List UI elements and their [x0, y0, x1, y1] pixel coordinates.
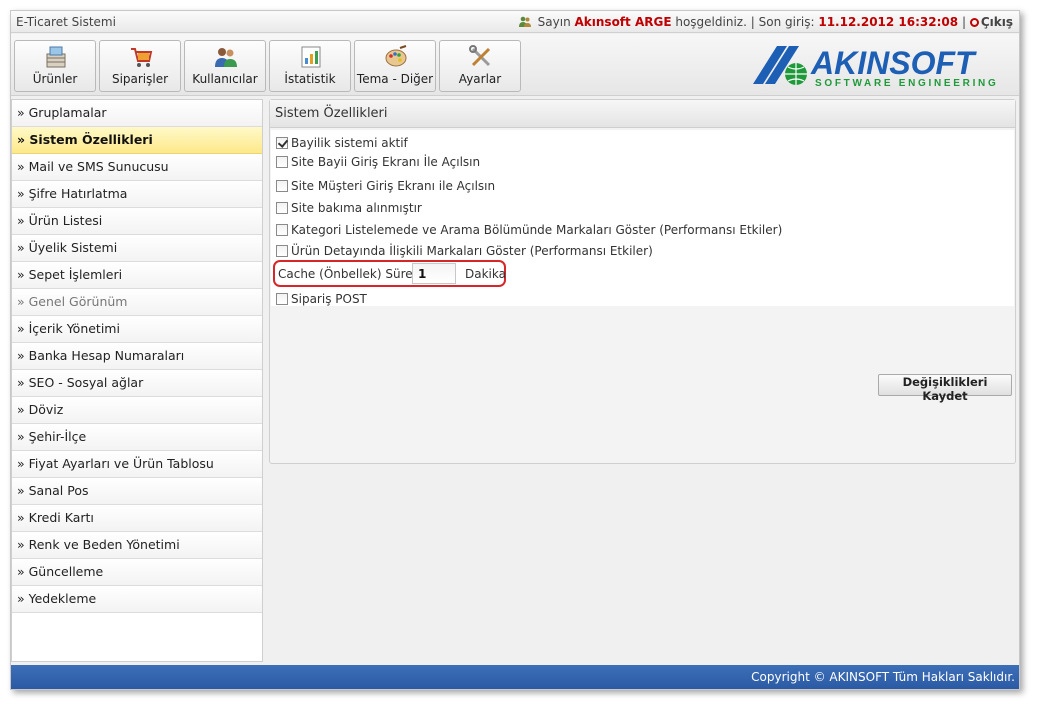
toolbar-button-siparisler[interactable]: Siparişler [99, 40, 181, 92]
logout-label: Çıkış [980, 15, 1013, 29]
power-icon [969, 18, 979, 27]
cache-label: Cache (Önbellek) Süresi [278, 267, 423, 281]
box-icon [46, 46, 66, 68]
sidebar-item-sanal-pos[interactable]: » Sanal Pos [12, 478, 262, 505]
option-iliskili-markalar[interactable]: Ürün Detayında İlişkili Markaları Göster… [276, 244, 653, 258]
app-title: E-Ticaret Sistemi [16, 15, 116, 29]
copyright-text: Copyright © AKINSOFT Tüm Hakları Saklıdı… [751, 670, 1015, 684]
sidebar-item-yedekleme[interactable]: » Yedekleme [12, 586, 262, 613]
akinsoft-logo: AKINSOFT SOFTWARE ENGINEERING [753, 44, 1003, 89]
last-login-value: 11.12.2012 16:32:08 [818, 15, 959, 29]
option-label: Site Bayii Giriş Ekranı İle Açılsın [291, 155, 481, 169]
checkbox[interactable] [276, 156, 288, 168]
cache-duration-input[interactable] [412, 263, 456, 284]
option-label: Bayilik sistemi aktif [291, 136, 408, 150]
sidebar-menu: » Gruplamalar » Sistem Özellikleri » Mai… [11, 99, 263, 662]
cache-unit: Dakika [465, 267, 506, 281]
settings-form: Bayilik sistemi aktif Site Bayii Giriş E… [271, 130, 1014, 306]
checkbox[interactable] [276, 137, 288, 149]
checkbox[interactable] [276, 202, 288, 214]
stats-icon [301, 46, 321, 68]
sidebar-item-genel-gorunum[interactable]: » Genel Görünüm [12, 289, 262, 316]
cart-icon [131, 48, 153, 67]
sidebar-item-doviz[interactable]: » Döviz [12, 397, 262, 424]
users-icon [215, 48, 237, 67]
sidebar-item-banka-hesap[interactable]: » Banka Hesap Numaraları [12, 343, 262, 370]
toolbar-button-tema-diger[interactable]: Tema - Diğer [354, 40, 436, 92]
checkbox[interactable] [276, 224, 288, 236]
sidebar-item-fiyat-ayarlari[interactable]: » Fiyat Ayarları ve Ürün Tablosu [12, 451, 262, 478]
toolbar-button-kullanicilar[interactable]: Kullanıcılar [184, 40, 266, 92]
palette-icon [385, 45, 407, 67]
sidebar-item-sistem-ozellikleri[interactable]: » Sistem Özellikleri [12, 127, 262, 154]
sidebar-item-seo[interactable]: » SEO - Sosyal ağlar [12, 370, 262, 397]
toolbar-button-label: İstatistik [284, 72, 336, 86]
checkbox[interactable] [276, 180, 288, 192]
sidebar-item-uyelik-sistemi[interactable]: » Üyelik Sistemi [12, 235, 262, 262]
app-window: E-Ticaret Sistemi Sayın Akınsoft ARGE ho… [10, 10, 1020, 690]
toolbar-button-ayarlar[interactable]: Ayarlar [439, 40, 521, 92]
save-changes-button[interactable]: Değişiklikleri Kaydet [878, 374, 1012, 403]
sidebar-item-gruplamalar[interactable]: » Gruplamalar [12, 100, 262, 127]
logo-text: AKINSOFT [810, 45, 977, 81]
sidebar-item-guncelleme[interactable]: » Güncelleme [12, 559, 262, 586]
separator: | [961, 15, 967, 29]
checkbox[interactable] [276, 293, 288, 305]
sidebar-item-kredi-karti[interactable]: » Kredi Kartı [12, 505, 262, 532]
option-bakim[interactable]: Site bakıma alınmıştır [276, 201, 422, 215]
sidebar-item-renk-beden[interactable]: » Renk ve Beden Yönetimi [12, 532, 262, 559]
option-musteri-giris[interactable]: Site Müşteri Giriş Ekranı ile Açılsın [276, 179, 495, 193]
toolbar-button-label: Ürünler [32, 72, 78, 86]
sidebar-item-sifre-hatirlatma[interactable]: » Şifre Hatırlatma [12, 181, 262, 208]
sidebar-item-urun-listesi[interactable]: » Ürün Listesi [12, 208, 262, 235]
footer: Copyright © AKINSOFT Tüm Hakları Saklıdı… [11, 665, 1019, 689]
user-icon [518, 16, 531, 27]
sidebar-item-sepet-islemleri[interactable]: » Sepet İşlemleri [12, 262, 262, 289]
sidebar-item-sehir-ilce[interactable]: » Şehir-İlçe [12, 424, 262, 451]
panel-title: Sistem Özellikleri [270, 100, 1015, 128]
greeting-suffix: hoşgeldiniz. [675, 15, 747, 29]
tools-icon [469, 45, 491, 67]
separator: | [750, 15, 755, 29]
greeting-prefix: Sayın [537, 15, 571, 29]
toolbar-button-istatistik[interactable]: İstatistik [269, 40, 351, 92]
sidebar-item-mail-sms[interactable]: » Mail ve SMS Sunucusu [12, 154, 262, 181]
toolbar-button-label: Ayarlar [458, 72, 502, 86]
top-bar: E-Ticaret Sistemi Sayın Akınsoft ARGE ho… [11, 11, 1019, 33]
toolbar-button-label: Kullanıcılar [192, 72, 258, 86]
logout-link[interactable]: Çıkış [969, 15, 1013, 29]
option-siparis-post[interactable]: Sipariş POST [276, 292, 367, 306]
logo-tagline: SOFTWARE ENGINEERING [815, 78, 998, 88]
checkbox[interactable] [276, 245, 288, 257]
option-label: Kategori Listelemede ve Arama Bölümünde … [291, 223, 783, 237]
option-bayilik-aktif[interactable]: Bayilik sistemi aktif [276, 136, 408, 150]
user-name: Akınsoft ARGE [574, 15, 672, 29]
option-kategori-markalar[interactable]: Kategori Listelemede ve Arama Bölümünde … [276, 223, 782, 237]
settings-panel: Sistem Özellikleri Bayilik sistemi aktif… [269, 99, 1016, 464]
toolbar-button-urunler[interactable]: Ürünler [14, 40, 96, 92]
logo-graphic: AKINSOFT SOFTWARE ENGINEERING [753, 45, 998, 89]
option-label: Site bakıma alınmıştır [291, 201, 422, 215]
user-info: Sayın Akınsoft ARGE hoşgeldiniz. | Son g… [518, 15, 1013, 29]
last-login-label: Son giriş: [758, 15, 815, 29]
option-label: Site Müşteri Giriş Ekranı ile Açılsın [291, 179, 496, 193]
option-label: Ürün Detayında İlişkili Markaları Göster… [291, 244, 653, 258]
option-label: Sipariş POST [291, 292, 367, 306]
toolbar-button-label: Tema - Diğer [356, 72, 434, 86]
option-bayii-giris[interactable]: Site Bayii Giriş Ekranı İle Açılsın [276, 155, 480, 169]
sidebar-item-icerik-yonetimi[interactable]: » İçerik Yönetimi [12, 316, 262, 343]
cache-duration-group: Cache (Önbellek) Süresi Dakika [273, 260, 506, 287]
main-toolbar: Ürünler Siparişler Kullanıcılar İstatist… [11, 34, 1019, 96]
toolbar-button-label: Siparişler [111, 72, 169, 86]
